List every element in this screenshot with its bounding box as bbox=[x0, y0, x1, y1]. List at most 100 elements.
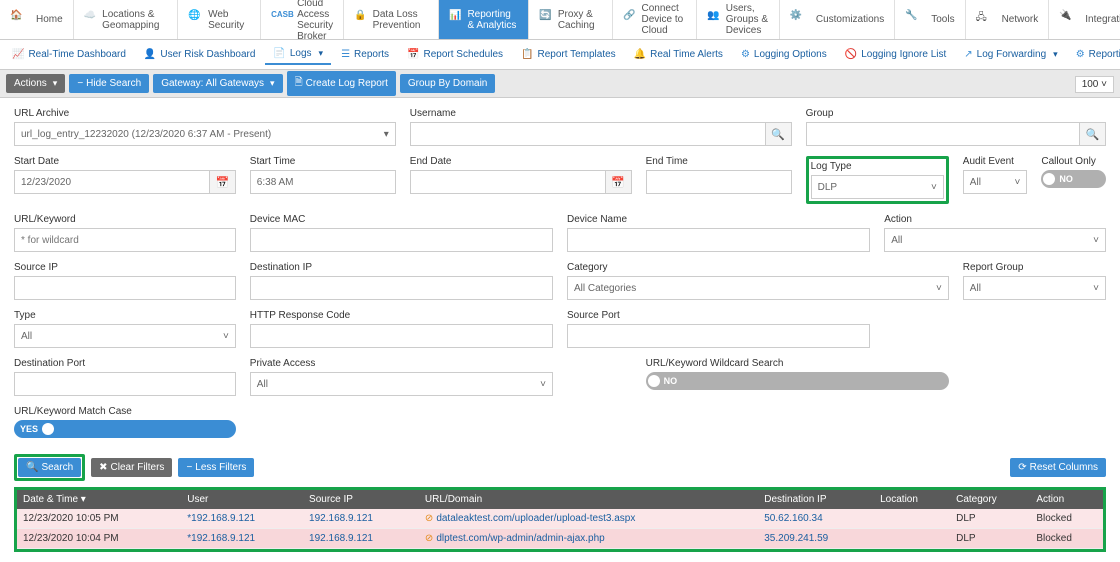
type-select[interactable]: All˅ bbox=[14, 324, 236, 348]
create-report-button[interactable]: 🗎Create Log Report bbox=[287, 71, 396, 96]
action-select[interactable]: All˅ bbox=[884, 228, 1106, 252]
nav-connect[interactable]: 🔗Connect Device to Cloud bbox=[613, 0, 697, 39]
cell-date: 12/23/2020 10:04 PM bbox=[17, 529, 181, 549]
results-table: Date & Time User Source IP URL/Domain De… bbox=[17, 490, 1103, 549]
source-port-input[interactable] bbox=[567, 324, 870, 348]
wildcard-search-toggle[interactable]: NO bbox=[646, 372, 949, 390]
cell-user[interactable]: *192.168.9.121 bbox=[181, 529, 303, 549]
username-input[interactable] bbox=[410, 122, 766, 146]
search-button[interactable]: 🔍Search bbox=[18, 458, 81, 477]
end-time-input[interactable] bbox=[646, 170, 792, 194]
log-type-select[interactable]: DLP˅ bbox=[811, 175, 944, 199]
match-case-label: URL/Keyword Match Case bbox=[14, 406, 236, 417]
th-act[interactable]: Action bbox=[1030, 490, 1103, 509]
callout-only-toggle[interactable]: NO bbox=[1041, 170, 1106, 188]
group-by-button[interactable]: Group By Domain bbox=[400, 74, 495, 93]
hide-search-button[interactable]: −Hide Search bbox=[69, 74, 149, 93]
th-user[interactable]: User bbox=[181, 490, 303, 509]
start-date-input[interactable] bbox=[14, 170, 210, 194]
cell-sip[interactable]: 192.168.9.121 bbox=[303, 509, 419, 529]
nav-reporting[interactable]: 📊Reporting & Analytics bbox=[439, 0, 529, 39]
nav-casb[interactable]: CASBCloud Access Security Broker bbox=[261, 0, 344, 39]
cell-cat: DLP bbox=[950, 509, 1030, 529]
report-group-select[interactable]: All˅ bbox=[963, 276, 1106, 300]
nav-custom[interactable]: ⚙️Customizations bbox=[780, 0, 895, 39]
subnav-reporting-settings[interactable]: ⚙Reporting Settings bbox=[1068, 45, 1120, 64]
nav-home[interactable]: 🏠Home bbox=[0, 0, 74, 39]
nav-dlp[interactable]: 🔒Data Loss Prevention bbox=[344, 0, 439, 39]
nav-users[interactable]: 👥Users, Groups & Devices bbox=[697, 0, 780, 39]
subnav-logs[interactable]: 📄Logs bbox=[265, 44, 331, 65]
nav-web-security[interactable]: 🌐Web Security bbox=[178, 0, 261, 39]
calendar-icon[interactable]: 📅 bbox=[210, 170, 236, 194]
chevron-down-icon: ˅ bbox=[1093, 235, 1099, 246]
search-icon[interactable]: 🔍 bbox=[1080, 122, 1106, 146]
end-time-label: End Time bbox=[646, 156, 792, 167]
less-filters-button[interactable]: −Less Filters bbox=[178, 458, 254, 477]
http-code-input[interactable] bbox=[250, 324, 553, 348]
subnav-ignore[interactable]: 🚫Logging Ignore List bbox=[837, 45, 955, 64]
minus-icon: − bbox=[186, 462, 192, 473]
subnav-log-options[interactable]: ⚙Logging Options bbox=[733, 45, 835, 64]
device-mac-input[interactable] bbox=[250, 228, 553, 252]
gateway-button[interactable]: Gateway: All Gateways bbox=[153, 74, 282, 93]
cell-user[interactable]: *192.168.9.121 bbox=[181, 509, 303, 529]
th-loc[interactable]: Location bbox=[874, 490, 950, 509]
cell-dip[interactable]: 50.62.160.34 bbox=[758, 509, 874, 529]
reset-columns-button[interactable]: ⟳Reset Columns bbox=[1010, 458, 1106, 477]
table-row[interactable]: 12/23/2020 10:05 PM *192.168.9.121 192.1… bbox=[17, 509, 1103, 529]
cell-url[interactable]: ⊘dlptest.com/wp-admin/admin-ajax.php bbox=[419, 529, 758, 549]
field-dest-port: Destination Port bbox=[14, 358, 236, 396]
clear-filters-button[interactable]: ✖Clear Filters bbox=[91, 458, 172, 477]
subnav-templates[interactable]: 📋Report Templates bbox=[513, 45, 624, 64]
destination-ip-input[interactable] bbox=[250, 276, 553, 300]
wildcard-search-label: URL/Keyword Wildcard Search bbox=[646, 358, 949, 369]
subnav-dashboard[interactable]: 📈Real-Time Dashboard bbox=[4, 45, 134, 64]
chevron-down-icon: ˅ bbox=[540, 379, 546, 390]
audit-event-select[interactable]: All˅ bbox=[963, 170, 1028, 194]
subnav-risk[interactable]: 👤User Risk Dashboard bbox=[136, 45, 264, 64]
end-date-input[interactable] bbox=[410, 170, 606, 194]
url-archive-select[interactable]: url_log_entry_12232020 (12/23/2020 6:37 … bbox=[14, 122, 396, 146]
subnav-alerts[interactable]: 🔔Real Time Alerts bbox=[626, 45, 731, 64]
dest-port-input[interactable] bbox=[14, 372, 236, 396]
calendar-icon[interactable]: 📅 bbox=[606, 170, 632, 194]
sub-nav: 📈Real-Time Dashboard 👤User Risk Dashboar… bbox=[0, 40, 1120, 70]
cell-sip[interactable]: 192.168.9.121 bbox=[303, 529, 419, 549]
filters: URL Archive url_log_entry_12232020 (12/2… bbox=[0, 98, 1120, 448]
private-access-select[interactable]: All˅ bbox=[250, 372, 553, 396]
actions-button[interactable]: Actions bbox=[6, 74, 65, 93]
page-size[interactable]: 100 ˅ bbox=[1075, 76, 1114, 93]
th-url[interactable]: URL/Domain bbox=[419, 490, 758, 509]
home-icon: 🏠 bbox=[10, 10, 30, 30]
url-keyword-input[interactable] bbox=[14, 228, 236, 252]
field-wildcard-search: URL/Keyword Wildcard Search NO bbox=[646, 358, 949, 396]
field-username: Username 🔍 bbox=[410, 108, 792, 146]
subnav-schedules[interactable]: 📅Report Schedules bbox=[399, 45, 511, 64]
cell-url[interactable]: ⊘dataleaktest.com/uploader/upload-test3.… bbox=[419, 509, 758, 529]
th-date[interactable]: Date & Time bbox=[17, 490, 181, 509]
match-case-toggle[interactable]: YES bbox=[14, 420, 236, 438]
proxy-icon: 🔄 bbox=[539, 10, 551, 30]
th-dip[interactable]: Destination IP bbox=[758, 490, 874, 509]
subnav-reports[interactable]: ☰Reports bbox=[333, 45, 397, 64]
nav-network[interactable]: 🖧Network bbox=[966, 0, 1050, 39]
category-select[interactable]: All Categories˅ bbox=[567, 276, 949, 300]
source-ip-input[interactable] bbox=[14, 276, 236, 300]
nav-proxy[interactable]: 🔄Proxy & Caching bbox=[529, 0, 613, 39]
search-icon[interactable]: 🔍 bbox=[766, 122, 792, 146]
log-type-label: Log Type bbox=[811, 161, 944, 172]
start-time-input[interactable] bbox=[250, 170, 396, 194]
subnav-forwarding[interactable]: ↗Log Forwarding bbox=[956, 45, 1065, 64]
table-row[interactable]: 12/23/2020 10:04 PM *192.168.9.121 192.1… bbox=[17, 529, 1103, 549]
group-input[interactable] bbox=[806, 122, 1080, 146]
cell-dip[interactable]: 35.209.241.59 bbox=[758, 529, 874, 549]
device-name-input[interactable] bbox=[567, 228, 870, 252]
nav-integrations[interactable]: 🔌Integrations bbox=[1049, 0, 1120, 39]
nav-tools[interactable]: 🔧Tools bbox=[895, 0, 965, 39]
nav-locations[interactable]: ☁️Locations & Geomapping bbox=[74, 0, 178, 39]
search-icon: 🔍 bbox=[26, 462, 38, 473]
th-cat[interactable]: Category bbox=[950, 490, 1030, 509]
th-sip[interactable]: Source IP bbox=[303, 490, 419, 509]
cell-act: Blocked bbox=[1030, 529, 1103, 549]
